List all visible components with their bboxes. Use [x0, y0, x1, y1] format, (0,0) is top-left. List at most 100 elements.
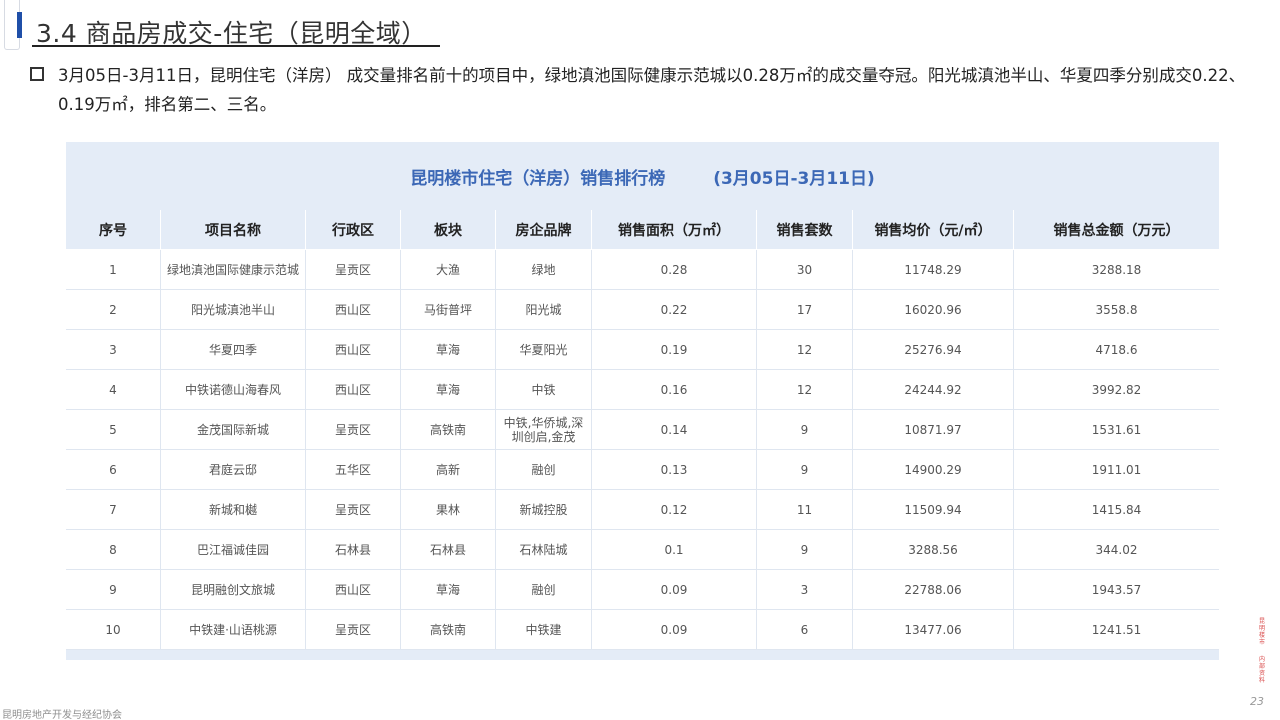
column-header: 销售套数	[757, 210, 853, 250]
total-amount-cell: 1943.57	[1014, 570, 1219, 610]
avg-price-cell: 11748.29	[853, 250, 1014, 290]
rank-cell: 4	[66, 370, 161, 410]
units-cell: 11	[757, 490, 853, 530]
units-cell: 12	[757, 330, 853, 370]
table-row: 10 中铁建·山语桃源 呈贡区 高铁南 中铁建 0.09 6 13477.06 1241.51	[66, 610, 1219, 650]
table-date-range: (3月05日-3月11日)	[713, 168, 875, 189]
district-cell: 西山区	[306, 330, 401, 370]
column-header: 销售总金额（万元）	[1014, 210, 1219, 250]
avg-price-cell: 24244.92	[853, 370, 1014, 410]
district-cell: 呈贡区	[306, 610, 401, 650]
avg-price-cell: 11509.94	[853, 490, 1014, 530]
column-header: 项目名称	[161, 210, 306, 250]
rank-cell: 10	[66, 610, 161, 650]
table-body: 1 绿地滇池国际健康示范城 呈贡区 大渔 绿地 0.28 30 11748.29 3288.18…	[66, 250, 1219, 650]
avg-price-cell: 16020.96	[853, 290, 1014, 330]
developer-cell: 融创	[496, 570, 592, 610]
sector-cell: 果林	[401, 490, 496, 530]
units-cell: 30	[757, 250, 853, 290]
sector-cell: 大渔	[401, 250, 496, 290]
developer-cell: 中铁建	[496, 610, 592, 650]
total-amount-cell: 1241.51	[1014, 610, 1219, 650]
avg-price-cell: 13477.06	[853, 610, 1014, 650]
column-header: 序号	[66, 210, 161, 250]
table-row: 3 华夏四季 西山区 草海 华夏阳光 0.19 12 25276.94 4718.6	[66, 330, 1219, 370]
bullet-square-icon	[30, 67, 44, 81]
rank-cell: 5	[66, 410, 161, 450]
footer-organization: 昆明房地产开发与经纪协会	[2, 710, 122, 720]
table-row: 2 阳光城滇池半山 西山区 马街普坪 阳光城 0.22 17 16020.96 3558.8	[66, 290, 1219, 330]
developer-cell: 融创	[496, 450, 592, 490]
units-cell: 6	[757, 610, 853, 650]
total-amount-cell: 4718.6	[1014, 330, 1219, 370]
total-amount-cell: 3558.8	[1014, 290, 1219, 330]
side-stamp-bottom: 内部资料	[1258, 656, 1265, 684]
sector-cell: 高新	[401, 450, 496, 490]
project-name-cell: 昆明融创文旅城	[161, 570, 306, 610]
project-name-cell: 绿地滇池国际健康示范城	[161, 250, 306, 290]
developer-cell: 石林陆城	[496, 530, 592, 570]
table-row: 1 绿地滇池国际健康示范城 呈贡区 大渔 绿地 0.28 30 11748.29 3288.18	[66, 250, 1219, 290]
rank-cell: 1	[66, 250, 161, 290]
developer-cell: 华夏阳光	[496, 330, 592, 370]
project-name-cell: 阳光城滇池半山	[161, 290, 306, 330]
district-cell: 呈贡区	[306, 410, 401, 450]
sector-cell: 草海	[401, 370, 496, 410]
title-accent-bar	[17, 12, 22, 38]
sector-cell: 高铁南	[401, 610, 496, 650]
project-name-cell: 君庭云邸	[161, 450, 306, 490]
developer-cell: 中铁	[496, 370, 592, 410]
total-amount-cell: 1911.01	[1014, 450, 1219, 490]
column-header: 板块	[401, 210, 496, 250]
district-cell: 西山区	[306, 570, 401, 610]
left-edge-decoration	[0, 0, 22, 52]
rank-cell: 2	[66, 290, 161, 330]
side-stamp-top: 昆明楼市	[1258, 618, 1265, 646]
area-cell: 0.22	[592, 290, 757, 330]
units-cell: 9	[757, 410, 853, 450]
area-cell: 0.28	[592, 250, 757, 290]
avg-price-cell: 14900.29	[853, 450, 1014, 490]
table-row: 5 金茂国际新城 呈贡区 高铁南 中铁,华侨城,深圳创启,金茂 0.14 9 10871.97…	[66, 410, 1219, 450]
table-header-row: 序号 项目名称 行政区 板块 房企品牌 销售面积（万㎡） 销售套数 销售均价（元…	[66, 210, 1219, 250]
page-number: 23	[1250, 695, 1264, 708]
total-amount-cell: 344.02	[1014, 530, 1219, 570]
ranking-table: 序号 项目名称 行政区 板块 房企品牌 销售面积（万㎡） 销售套数 销售均价（元…	[66, 210, 1219, 650]
units-cell: 9	[757, 450, 853, 490]
sector-cell: 马街普坪	[401, 290, 496, 330]
table-row: 6 君庭云邸 五华区 高新 融创 0.13 9 14900.29 1911.01	[66, 450, 1219, 490]
district-cell: 西山区	[306, 290, 401, 330]
column-header: 行政区	[306, 210, 401, 250]
avg-price-cell: 3288.56	[853, 530, 1014, 570]
area-cell: 0.14	[592, 410, 757, 450]
developer-cell: 阳光城	[496, 290, 592, 330]
total-amount-cell: 1531.61	[1014, 410, 1219, 450]
area-cell: 0.19	[592, 330, 757, 370]
project-name-cell: 巴江福诚佳园	[161, 530, 306, 570]
rank-cell: 8	[66, 530, 161, 570]
developer-cell: 新城控股	[496, 490, 592, 530]
area-cell: 0.1	[592, 530, 757, 570]
district-cell: 西山区	[306, 370, 401, 410]
rank-cell: 7	[66, 490, 161, 530]
sector-cell: 草海	[401, 570, 496, 610]
district-cell: 呈贡区	[306, 250, 401, 290]
column-header: 销售面积（万㎡）	[592, 210, 757, 250]
area-cell: 0.16	[592, 370, 757, 410]
table-title: 昆明楼市住宅（洋房）销售排行榜	[410, 168, 666, 189]
table-row: 8 巴江福诚佳园 石林县 石林县 石林陆城 0.1 9 3288.56 344.02	[66, 530, 1219, 570]
column-header: 房企品牌	[496, 210, 592, 250]
units-cell: 12	[757, 370, 853, 410]
project-name-cell: 华夏四季	[161, 330, 306, 370]
sector-cell: 草海	[401, 330, 496, 370]
table-row: 7 新城和樾 呈贡区 果林 新城控股 0.12 11 11509.94 1415.84	[66, 490, 1219, 530]
table-title-bar: 昆明楼市住宅（洋房）销售排行榜 (3月05日-3月11日)	[66, 142, 1219, 210]
district-cell: 呈贡区	[306, 490, 401, 530]
column-header: 销售均价（元/㎡）	[853, 210, 1014, 250]
total-amount-cell: 3992.82	[1014, 370, 1219, 410]
area-cell: 0.13	[592, 450, 757, 490]
sector-cell: 高铁南	[401, 410, 496, 450]
district-cell: 石林县	[306, 530, 401, 570]
avg-price-cell: 22788.06	[853, 570, 1014, 610]
summary-text: 3月05日-3月11日，昆明住宅（洋房） 成交量排名前十的项目中，绿地滇池国际健…	[58, 66, 1246, 114]
